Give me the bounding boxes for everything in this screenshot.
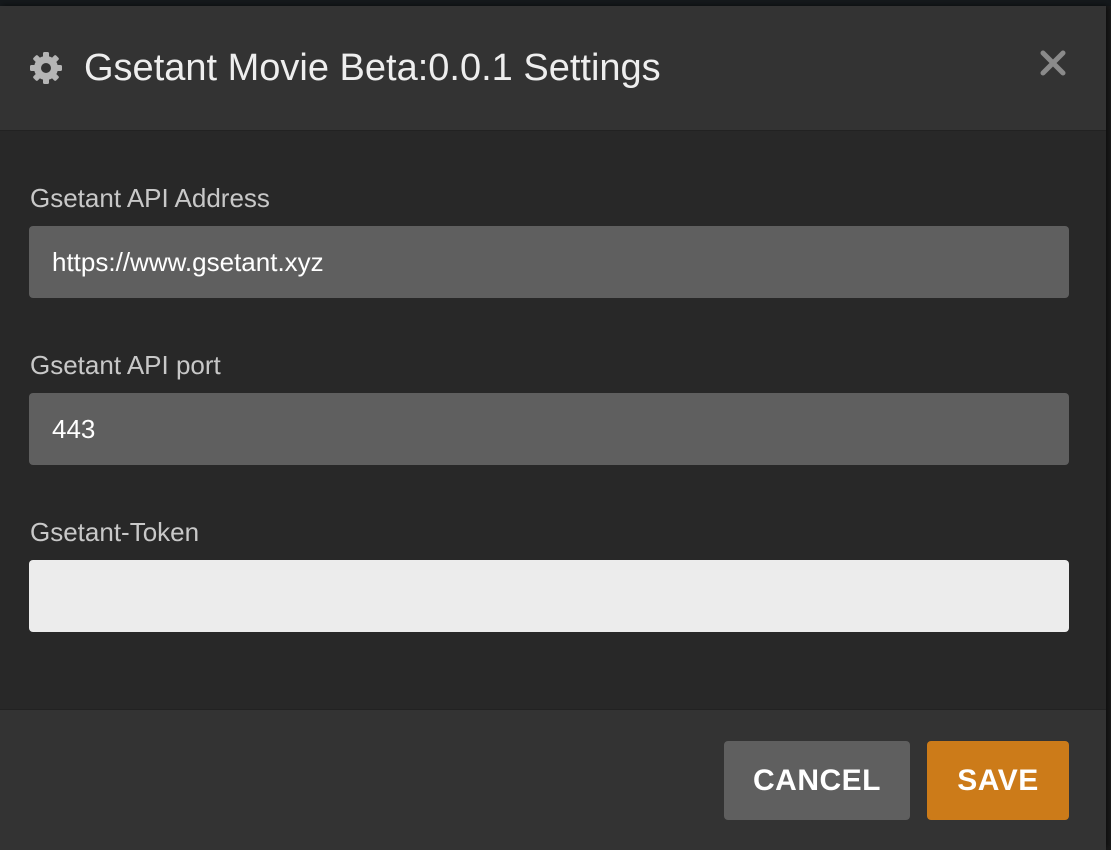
token-label: Gsetant-Token (30, 517, 200, 547)
close-icon (1040, 50, 1066, 76)
save-button[interactable]: SAVE (927, 741, 1069, 820)
settings-dialog: Gsetant Movie Beta:0.0.1 Settings Gsetan… (0, 6, 1106, 850)
api-port-label: Gsetant API port (30, 350, 221, 380)
dialog-title: Gsetant Movie Beta:0.0.1 Settings (84, 47, 661, 89)
dialog-header: Gsetant Movie Beta:0.0.1 Settings (0, 6, 1106, 131)
cancel-button[interactable]: CANCEL (724, 741, 910, 820)
close-button[interactable] (1036, 46, 1070, 80)
api-port-input[interactable] (29, 393, 1069, 465)
api-address-label: Gsetant API Address (30, 183, 270, 213)
token-input[interactable] (29, 560, 1069, 632)
dialog-body: Gsetant API Address Gsetant API port Gse… (0, 131, 1106, 709)
gear-icon (30, 52, 62, 84)
dialog-footer: CANCEL SAVE (0, 709, 1106, 850)
api-address-input[interactable] (29, 226, 1069, 298)
